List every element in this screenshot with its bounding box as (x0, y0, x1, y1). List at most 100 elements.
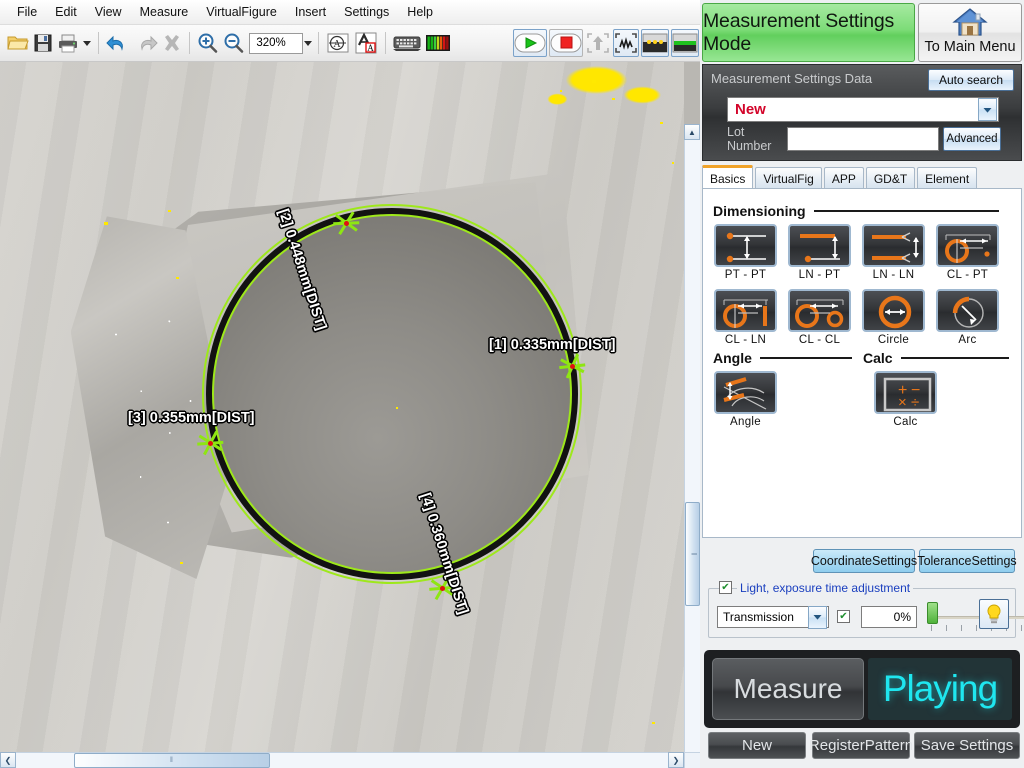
coordinate-settings-button[interactable]: CoordinateSettings (811, 549, 917, 573)
keyboard-icon (392, 36, 421, 51)
menu-item-settings[interactable]: Settings (335, 2, 398, 22)
advanced-button[interactable]: Advanced (943, 127, 1001, 151)
light-slider-thumb[interactable] (927, 602, 938, 624)
dim-button-cl-cl[interactable]: CL - CL (788, 289, 851, 346)
dim-button-pt-pt[interactable]: PT - PT (714, 224, 777, 281)
point-to-point-icon (726, 232, 766, 263)
zoom-out-button[interactable] (221, 29, 245, 57)
toolbar: 320% A A (0, 25, 700, 62)
register-pattern-button[interactable]: RegisterPattern (809, 732, 913, 759)
stop-icon (550, 33, 582, 53)
measure-status-panel: Measure Playing (704, 650, 1020, 728)
color-bars-button[interactable] (424, 29, 452, 57)
menu-item-help[interactable]: Help (398, 2, 442, 22)
dim-label-cl-pt: CL - PT (946, 269, 989, 281)
print-dropdown-arrow-icon (83, 41, 91, 46)
menu-item-edit[interactable]: Edit (46, 2, 86, 22)
tab-gdt[interactable]: GD&T (865, 167, 916, 189)
horizontal-scroll-thumb[interactable]: ‖ (74, 753, 270, 768)
print-button[interactable] (56, 29, 80, 57)
dim-button-cl-pt[interactable]: CL - PT (936, 224, 999, 281)
zoom-dropdown-button[interactable] (303, 33, 313, 54)
save-settings-button[interactable]: Save Settings (914, 732, 1020, 759)
light-bulb-button[interactable] (979, 599, 1009, 629)
keyboard-button[interactable] (392, 29, 422, 57)
dim-button-angle[interactable]: Angle (714, 371, 777, 428)
open-folder-icon (7, 36, 29, 50)
auto-focus-icon (615, 33, 637, 53)
to-main-menu-button[interactable]: To Main Menu (918, 3, 1022, 62)
auto-focus-button[interactable] (612, 29, 639, 57)
home-icon (952, 8, 988, 36)
scroll-up-button[interactable]: ▲ (684, 124, 700, 140)
dim-button-arc[interactable]: Arc (936, 289, 999, 346)
light-adjustment-label: Light, exposure time adjustment (737, 581, 914, 595)
light-adjustment-checkbox[interactable]: ✔ (719, 581, 732, 594)
menu-item-virtualfigure[interactable]: VirtualFigure (197, 2, 286, 22)
zoom-level-input[interactable]: 320% (249, 32, 303, 54)
delete-button[interactable] (161, 29, 183, 57)
text-tool-icon: A (355, 32, 377, 54)
dim-button-calc[interactable]: + − × ÷ Calc (874, 371, 937, 428)
menu-item-file[interactable]: File (8, 2, 46, 22)
chevron-right-icon: ❯ (672, 755, 680, 765)
annotate-button[interactable]: A (325, 29, 351, 57)
menu-item-insert[interactable]: Insert (286, 2, 335, 22)
section-rule (759, 357, 852, 359)
play-button[interactable] (512, 29, 547, 57)
measurement-label-1[interactable]: [1] 0.335mm[DIST] (489, 337, 616, 353)
light-mode-combobox[interactable]: Transmission (717, 605, 829, 629)
redo-icon (140, 35, 158, 51)
dim-button-ln-pt[interactable]: LN - PT (788, 224, 851, 281)
tab-app[interactable]: APP (823, 167, 864, 189)
new-button[interactable]: New (708, 732, 806, 759)
menu-item-view[interactable]: View (86, 2, 131, 22)
redo-button[interactable] (133, 29, 159, 57)
dim-button-circle[interactable]: Circle (862, 289, 925, 346)
image-vertical-scrollbar[interactable]: ▲ ‖ ▼ (684, 124, 700, 768)
zoom-out-icon (224, 33, 244, 53)
lot-number-input[interactable] (787, 127, 939, 151)
auto-search-button[interactable]: Auto search (928, 69, 1014, 91)
image-horizontal-scrollbar[interactable]: ❮ ‖ ❯ (0, 752, 684, 768)
angle-measure-icon (723, 377, 767, 410)
measure-button[interactable]: Measure (712, 658, 864, 720)
undo-icon (105, 35, 123, 51)
stop-button[interactable] (548, 29, 583, 57)
illumination-button[interactable] (640, 29, 669, 57)
zoom-in-button[interactable] (195, 29, 219, 57)
chevron-down-icon[interactable] (978, 98, 997, 121)
scroll-right-button[interactable]: ❯ (668, 752, 684, 768)
dim-button-cl-ln[interactable]: CL - LN (714, 289, 777, 346)
tab-basics[interactable]: Basics (702, 165, 754, 189)
image-band-button[interactable] (670, 29, 699, 57)
menu-item-measure[interactable]: Measure (131, 2, 198, 22)
light-percent-input[interactable]: 0% (861, 606, 917, 628)
light-slider-track[interactable] (931, 616, 1024, 619)
light-mode-checkbox[interactable]: ✔ (837, 610, 850, 623)
toolbar-separator-2 (188, 32, 190, 54)
print-dropdown-button[interactable] (82, 29, 92, 57)
chevron-left-icon: ❮ (4, 755, 12, 765)
data-section-title: Measurement Settings Data (711, 71, 873, 86)
dim-button-ln-ln[interactable]: LN - LN (862, 224, 925, 281)
focus-button[interactable] (585, 29, 611, 57)
open-folder-button[interactable] (6, 29, 30, 57)
save-button[interactable] (32, 29, 54, 57)
scroll-left-button[interactable]: ❮ (0, 752, 16, 768)
undo-button[interactable] (105, 29, 131, 57)
measurement-label-3[interactable]: [3] 0.355mm[DIST] (128, 410, 255, 426)
tab-element[interactable]: Element (917, 167, 978, 189)
text-tool-button[interactable]: A (353, 29, 379, 57)
image-canvas[interactable]: [1] 0.335mm[DIST] [2] 0.448mm[DIST] [3] … (0, 62, 684, 752)
vertical-scroll-thumb[interactable]: ‖ (685, 502, 700, 606)
section-rule (900, 357, 1009, 359)
settings-data-combobox[interactable]: New (727, 97, 999, 122)
tab-virtualfig[interactable]: VirtualFig (755, 167, 822, 189)
zoom-in-icon (198, 33, 218, 53)
image-view-panel[interactable]: [1] 0.335mm[DIST] [2] 0.448mm[DIST] [3] … (0, 62, 700, 768)
mode-banner: Measurement Settings Mode (702, 3, 915, 62)
chevron-down-icon[interactable] (808, 605, 827, 629)
toolbar-separator-1 (98, 32, 99, 54)
tolerance-settings-button[interactable]: ToleranceSettings (917, 549, 1017, 573)
